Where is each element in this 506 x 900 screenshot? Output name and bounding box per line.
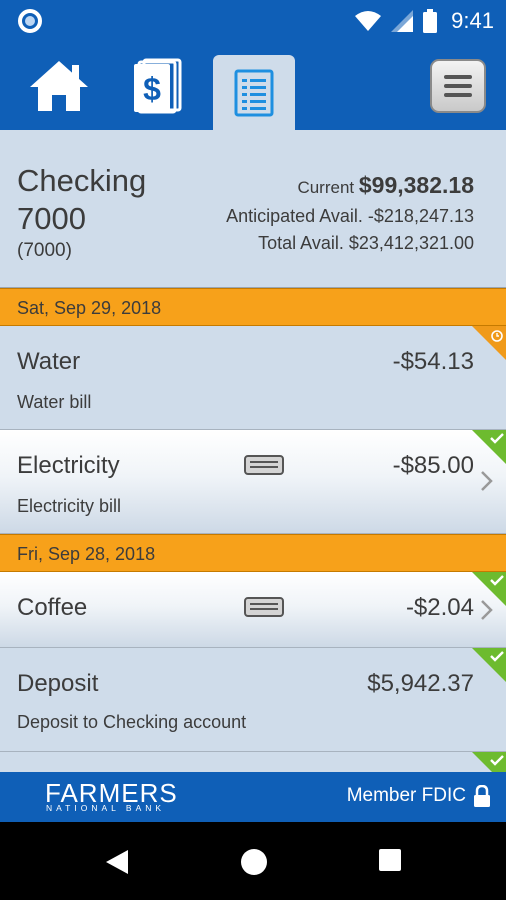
date-header: Sat, Sep 29, 2018 [0,288,506,326]
current-label: Current [297,178,355,197]
recents-icon[interactable] [378,848,402,872]
register-list-icon [234,69,274,116]
home-button-icon[interactable] [240,848,268,876]
back-icon[interactable] [104,848,130,876]
anticipated-balance: -$218,247.13 [367,206,474,226]
cleared-check-icon [472,648,506,682]
notification-icon [18,9,42,33]
footer-bar: FARMERS NATIONAL BANK Member FDIC [0,772,506,822]
tab-home[interactable] [18,42,100,130]
transaction-title: Deposit [17,670,99,697]
lock-icon [474,785,490,807]
home-icon [30,61,88,111]
card-icon [244,455,284,475]
fdic-text: Member FDIC [346,785,466,806]
transaction-amount: -$85.00 [392,452,474,479]
date-header: Fri, Sep 28, 2018 [0,534,506,572]
transaction-partial[interactable] [0,752,506,772]
tab-accounts[interactable]: $ [118,42,198,130]
transaction-amount: -$54.13 [392,348,474,375]
status-icons: 9:41 [355,8,494,34]
anticipated-label: Anticipated Avail. [226,206,363,226]
battery-icon [423,9,438,33]
fdic-notice: Member FDIC [347,785,490,807]
account-summary: Checking 7000 (7000) Current $99,382.18 … [0,130,506,288]
bank-logo-subtitle: NATIONAL BANK [46,803,166,813]
transaction-desc: Water bill [17,392,92,412]
transaction-title: Electricity [17,452,120,479]
system-navbar [0,822,506,900]
transaction-title: Coffee [17,594,88,621]
total-balance: $23,412,321.00 [348,233,474,253]
tab-register[interactable] [213,55,295,130]
status-bar: 9:41 [0,0,506,42]
cleared-check-icon [472,752,506,772]
current-balance: $99,382.18 [358,172,474,198]
top-navbar: $ [0,42,506,130]
account-balances: Current $99,382.18 Anticipated Avail. -$… [226,170,474,257]
transaction-electricity[interactable]: Electricity -$85.00 Electricity bill [0,430,506,534]
pending-clock-icon [472,326,506,360]
transaction-coffee[interactable]: Coffee -$2.04 [0,572,506,648]
svg-text:$: $ [143,71,161,107]
account-name: Checking 7000 [17,163,147,236]
cleared-check-icon [472,430,506,464]
accounts-dollar-icon: $ [134,58,182,114]
cleared-check-icon [472,572,506,606]
transaction-title: Water [17,348,81,375]
signal-icon [391,10,414,32]
chevron-right-icon [481,471,493,491]
transaction-amount: -$2.04 [405,594,474,621]
transaction-amount: $5,942.37 [367,670,474,697]
status-time: 9:41 [451,8,494,33]
hamburger-menu-icon[interactable] [430,59,486,113]
card-icon [244,597,284,617]
transaction-deposit[interactable]: Deposit $5,942.37 Deposit to Checking ac… [0,648,506,752]
total-label: Total Avail. [258,233,344,253]
transaction-desc: Electricity bill [17,496,122,516]
transaction-water[interactable]: Water -$54.13 Water bill [0,326,506,430]
transaction-desc: Deposit to Checking account [17,712,247,732]
account-number: (7000) [17,240,72,261]
wifi-icon [355,11,382,31]
